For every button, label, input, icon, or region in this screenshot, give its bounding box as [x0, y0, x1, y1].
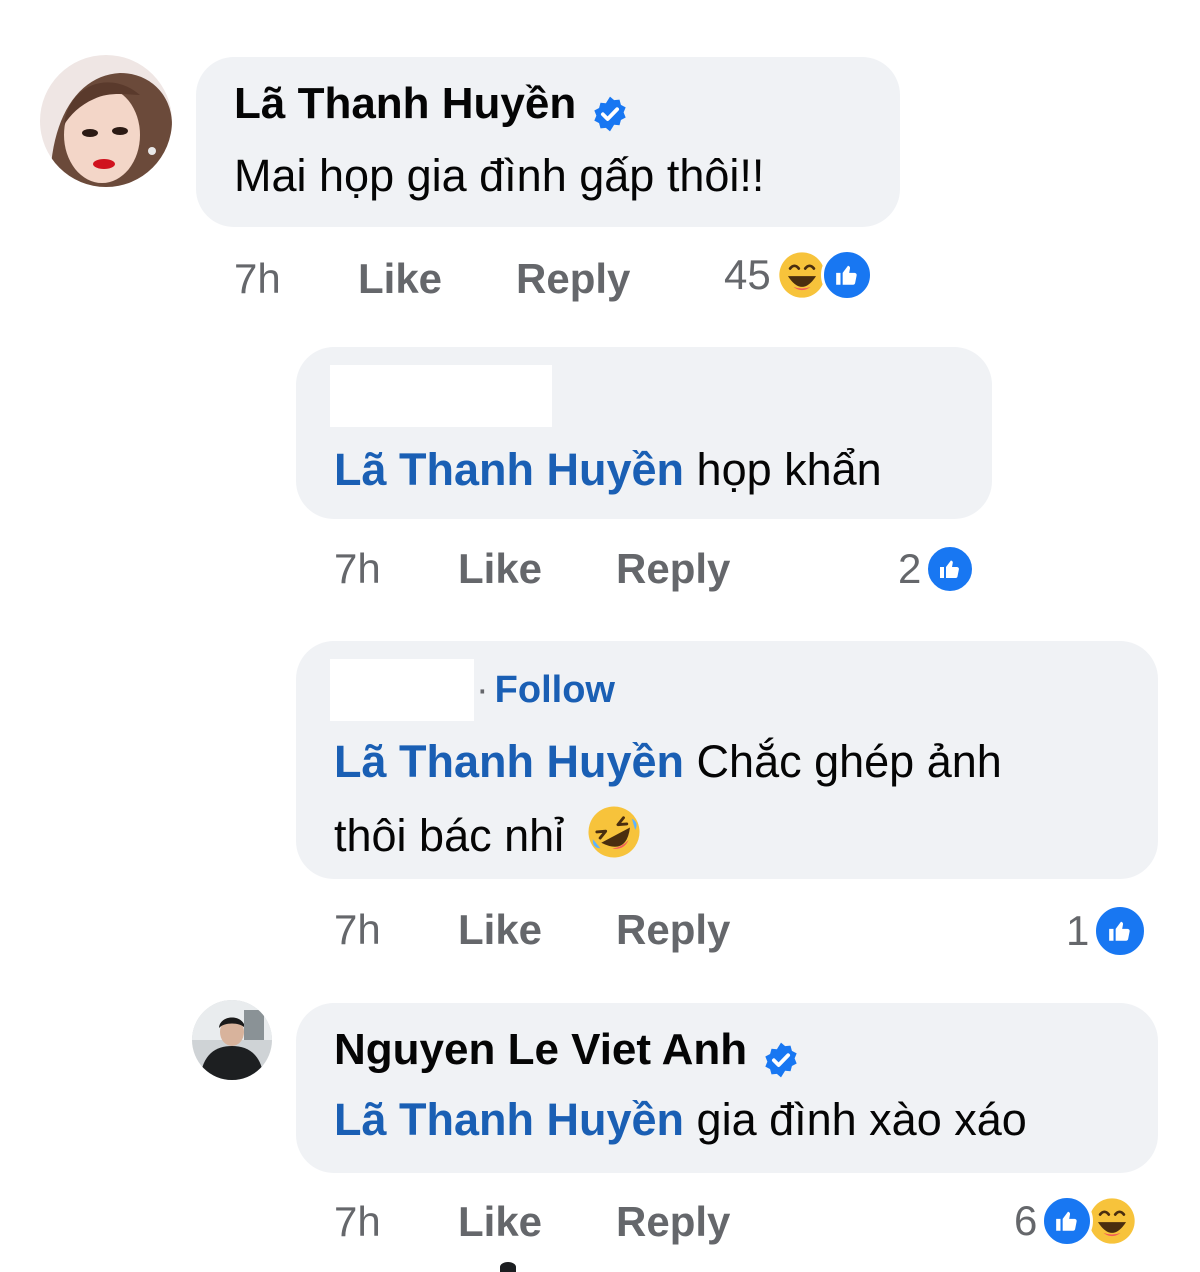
avatar[interactable]: [192, 1000, 272, 1080]
comment-bubble: Lã Thanh Huyền Mai họp gia đình gấp thôi…: [196, 57, 900, 227]
mention-link[interactable]: Lã Thanh Huyền: [334, 736, 684, 787]
next-comment-fragment: [500, 1262, 516, 1272]
reaction-count: 1: [1066, 907, 1090, 954]
comment-author[interactable]: Nguyen Le Viet Anh: [334, 1025, 1158, 1087]
like-button[interactable]: Like: [458, 906, 542, 954]
reply-bubble: Nguyen Le Viet Anh Lã Thanh Huyền gia đì…: [296, 1003, 1158, 1173]
follow-link[interactable]: · Follow: [476, 669, 615, 712]
like-icon: [1041, 1195, 1094, 1247]
reply-button[interactable]: Reply: [616, 545, 730, 593]
like-button[interactable]: Like: [458, 545, 542, 593]
reply-text: Lã Thanh Huyền gia đình xào xáo: [334, 1094, 1027, 1145]
mention-link[interactable]: Lã Thanh Huyền: [334, 1094, 684, 1145]
comment-actions: 7h Like Reply: [334, 906, 854, 962]
avatar[interactable]: [40, 55, 172, 187]
comment-author[interactable]: Lã Thanh Huyền: [234, 79, 900, 141]
reaction-summary[interactable]: 2: [898, 544, 976, 594]
haha-icon: [1086, 1195, 1139, 1247]
like-icon: [925, 544, 976, 594]
comment-actions: 7h Like Reply: [334, 1198, 854, 1254]
reply-button[interactable]: Reply: [616, 906, 730, 954]
reaction-summary[interactable]: 6: [1014, 1194, 1139, 1248]
comment-time[interactable]: 7h: [234, 255, 281, 303]
reply-bubble: Lã Thanh Huyền họp khẩn: [296, 347, 992, 519]
reply-bubble: · Follow Lã Thanh Huyền Chắc ghép ảnh thô…: [296, 641, 1158, 879]
reaction-summary[interactable]: 1: [1066, 904, 1148, 958]
mention-link[interactable]: Lã Thanh Huyền: [334, 444, 684, 495]
comment-time[interactable]: 7h: [334, 545, 381, 593]
reply-text: Lã Thanh Huyền họp khẩn: [334, 444, 882, 495]
comment-time[interactable]: 7h: [334, 906, 381, 954]
like-icon: [820, 249, 873, 301]
comment-actions: 7h Like Reply: [334, 545, 854, 601]
comment-text: Mai họp gia đình gấp thôi!!: [234, 150, 765, 201]
like-button[interactable]: Like: [458, 1198, 542, 1246]
reaction-count: 6: [1014, 1197, 1038, 1244]
reply-text: Lã Thanh Huyền Chắc ghép ảnh thôi bác nh…: [334, 731, 1134, 867]
comment-time[interactable]: 7h: [334, 1198, 381, 1246]
reaction-count: 2: [898, 545, 922, 592]
reaction-count: 45: [724, 251, 771, 298]
like-button[interactable]: Like: [358, 255, 442, 303]
previous-comment-fragment: [270, 0, 640, 8]
like-icon: [1093, 904, 1148, 958]
redacted-author: [330, 659, 474, 721]
verified-badge-icon: [764, 1042, 797, 1078]
verified-badge-icon: [594, 96, 626, 132]
comment-actions: 7h Like Reply: [234, 255, 754, 311]
reply-button[interactable]: Reply: [516, 255, 630, 303]
reaction-summary[interactable]: 45: [724, 248, 873, 302]
reply-button[interactable]: Reply: [616, 1198, 730, 1246]
rolling-laughing-icon: [588, 806, 640, 858]
redacted-author: [330, 365, 552, 427]
